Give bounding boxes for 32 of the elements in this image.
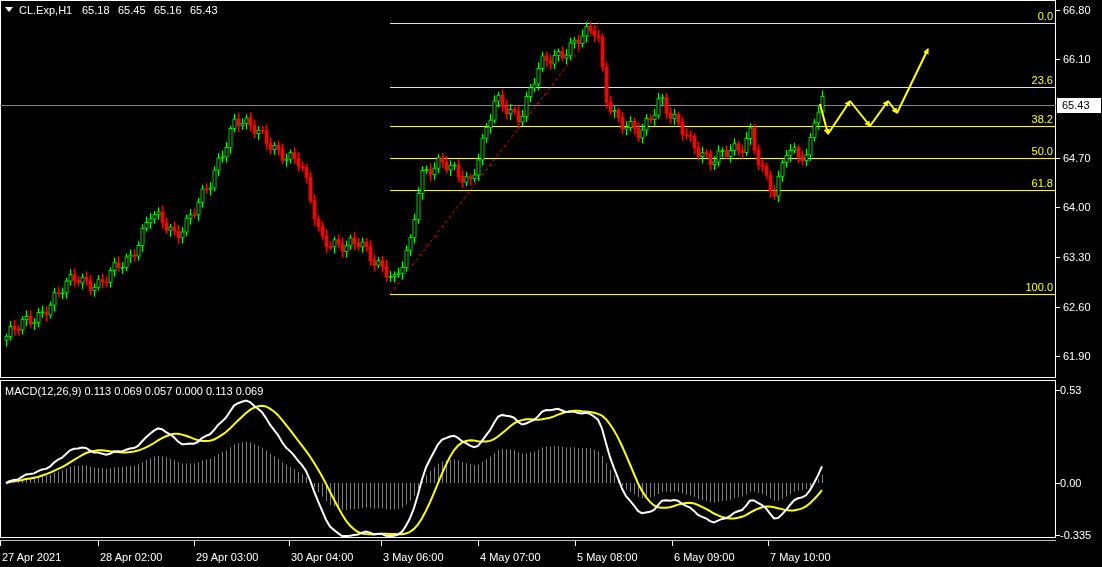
time-axis-label: 4 May 07:00 — [480, 551, 541, 563]
time-axis-label: 6 May 09:00 — [674, 551, 735, 563]
ohlc-value: 65.43 — [190, 4, 218, 16]
ohlc-value: 65.45 — [118, 4, 146, 16]
price-axis-label: 61.90 — [1063, 350, 1091, 362]
macd-axis-label: 0.53 — [1060, 384, 1082, 396]
time-axis-label: 3 May 06:00 — [383, 551, 444, 563]
current-price-label: 65.43 — [1057, 98, 1101, 113]
price-axis-label: 66.10 — [1063, 53, 1091, 65]
ohlc-value: 65.18 — [82, 4, 110, 16]
time-axis-label: 30 Apr 04:00 — [291, 551, 354, 563]
fibonacci-level-label: 38.2 — [1031, 113, 1053, 125]
macd-axis-label: -0.335 — [1060, 529, 1092, 541]
macd-axis-label: 0.00 — [1060, 477, 1082, 489]
fibonacci-level-label: 0.0 — [1037, 10, 1053, 22]
fibonacci-level-label: 61.8 — [1031, 177, 1053, 189]
fibonacci-level-label: 100.0 — [1025, 281, 1053, 293]
fibonacci-level-label: 50.0 — [1031, 145, 1053, 157]
time-axis-label: 28 Apr 02:00 — [100, 551, 163, 563]
time-axis-label: 7 May 10:00 — [770, 551, 831, 563]
price-axis-label: 66.80 — [1063, 4, 1091, 16]
macd-indicator-label: MACD(12,26,9) 0.113 0.069 0.057 0.000 0.113 0.069 — [5, 385, 264, 397]
time-axis-label: 5 May 08:00 — [577, 551, 638, 563]
price-axis-label: 63.30 — [1063, 251, 1091, 263]
fibonacci-level-label: 23.6 — [1031, 74, 1053, 86]
time-axis-label: 27 Apr 2021 — [2, 551, 62, 563]
time-axis-label: 29 Apr 03:00 — [196, 551, 259, 563]
price-axis-label: 64.70 — [1063, 152, 1091, 164]
ohlc-value: 65.16 — [154, 4, 182, 16]
symbol-label: CL.Exp,H1 — [19, 4, 73, 16]
price-axis-label: 64.00 — [1063, 201, 1091, 213]
price-axis-label: 62.60 — [1063, 301, 1091, 313]
